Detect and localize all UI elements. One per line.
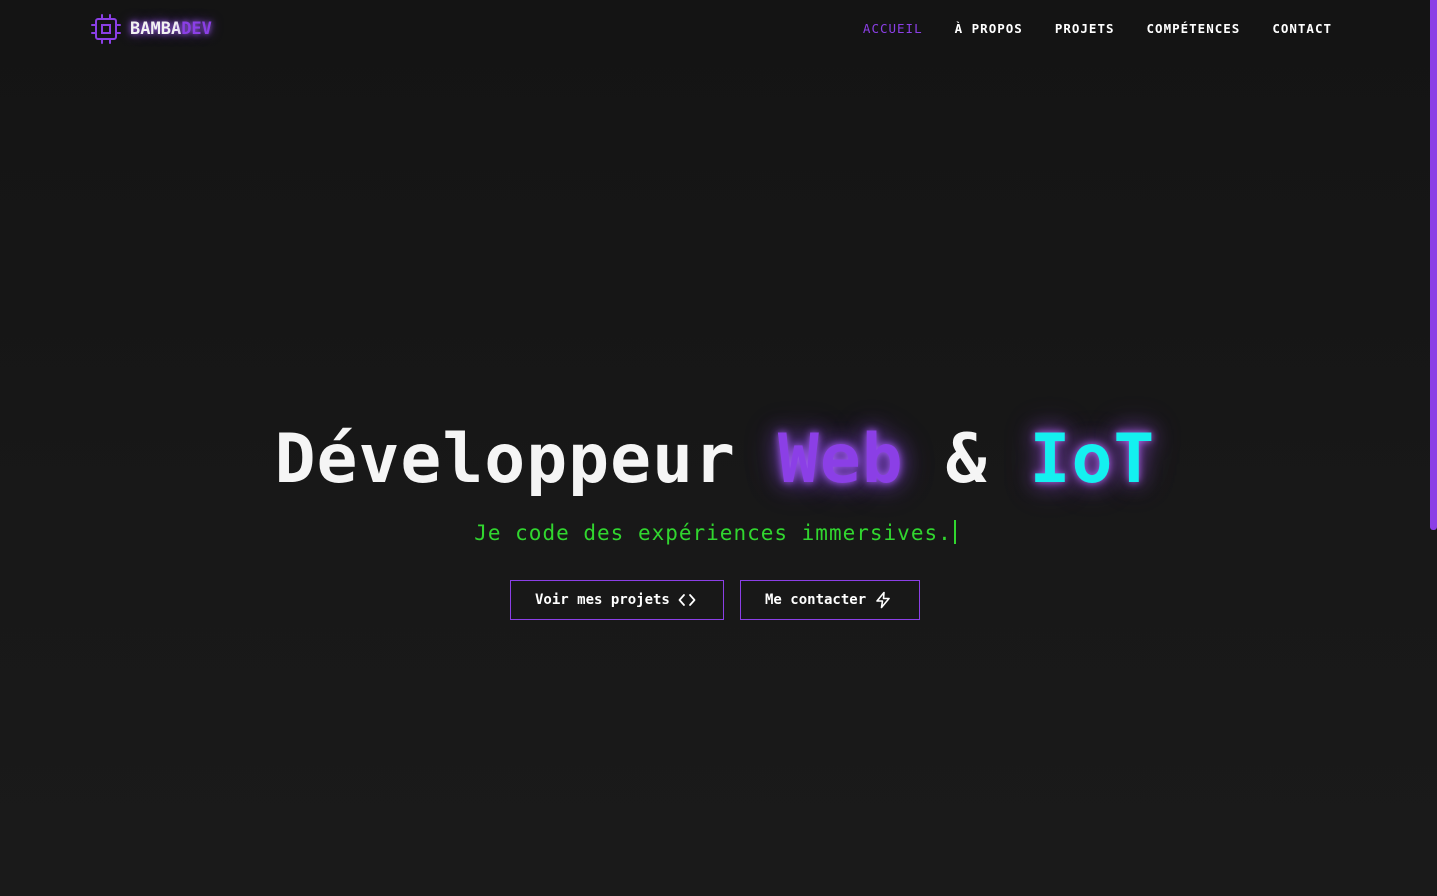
nav-item-competences[interactable]: COMPÉTENCES (1147, 20, 1241, 38)
nav-item-projets[interactable]: PROJETS (1055, 20, 1115, 38)
hero-buttons: Voir mes projets Me contacter (0, 580, 1430, 620)
main-nav: ACCUEIL À PROPOS PROJETS COMPÉTENCES CON… (863, 20, 1332, 38)
logo-text-accent: DEV (181, 19, 212, 39)
view-projects-button[interactable]: Voir mes projets (510, 580, 724, 620)
logo-text-primary: BAMBA (130, 19, 182, 39)
nav-item-contact[interactable]: CONTACT (1272, 20, 1332, 38)
site-header: BAMBADEV ACCUEIL À PROPOS PROJETS COMPÉT… (0, 0, 1430, 58)
hero-title-iot: IoT (1029, 420, 1156, 499)
contact-me-label: Me contacter (765, 592, 867, 608)
hero-subtitle-text: Je code des expériences immersives. (474, 521, 952, 545)
lightning-bolt-icon (876, 591, 890, 609)
hero-section: Développeur Web & IoT Je code des expéri… (0, 410, 1430, 620)
code-brackets-icon (678, 594, 696, 606)
nav-item-a-propos[interactable]: À PROPOS (955, 20, 1023, 38)
cpu-chip-icon (91, 14, 121, 44)
view-projects-label: Voir mes projets (535, 592, 670, 608)
hero-title-ampersand: & (903, 420, 1030, 499)
hero-title-web: Web (777, 420, 904, 499)
hero-subtitle: Je code des expériences immersives. (0, 518, 1430, 548)
scrollbar[interactable] (1430, 0, 1437, 896)
hero-title: Développeur Web & IoT (0, 410, 1430, 510)
logo-text: BAMBADEV (130, 13, 212, 45)
logo[interactable]: BAMBADEV (90, 13, 212, 45)
typing-cursor (953, 520, 956, 544)
hero-title-main: Développeur (274, 420, 778, 499)
nav-item-accueil[interactable]: ACCUEIL (863, 20, 923, 38)
contact-me-button[interactable]: Me contacter (740, 580, 920, 620)
scrollbar-thumb[interactable] (1430, 0, 1437, 530)
